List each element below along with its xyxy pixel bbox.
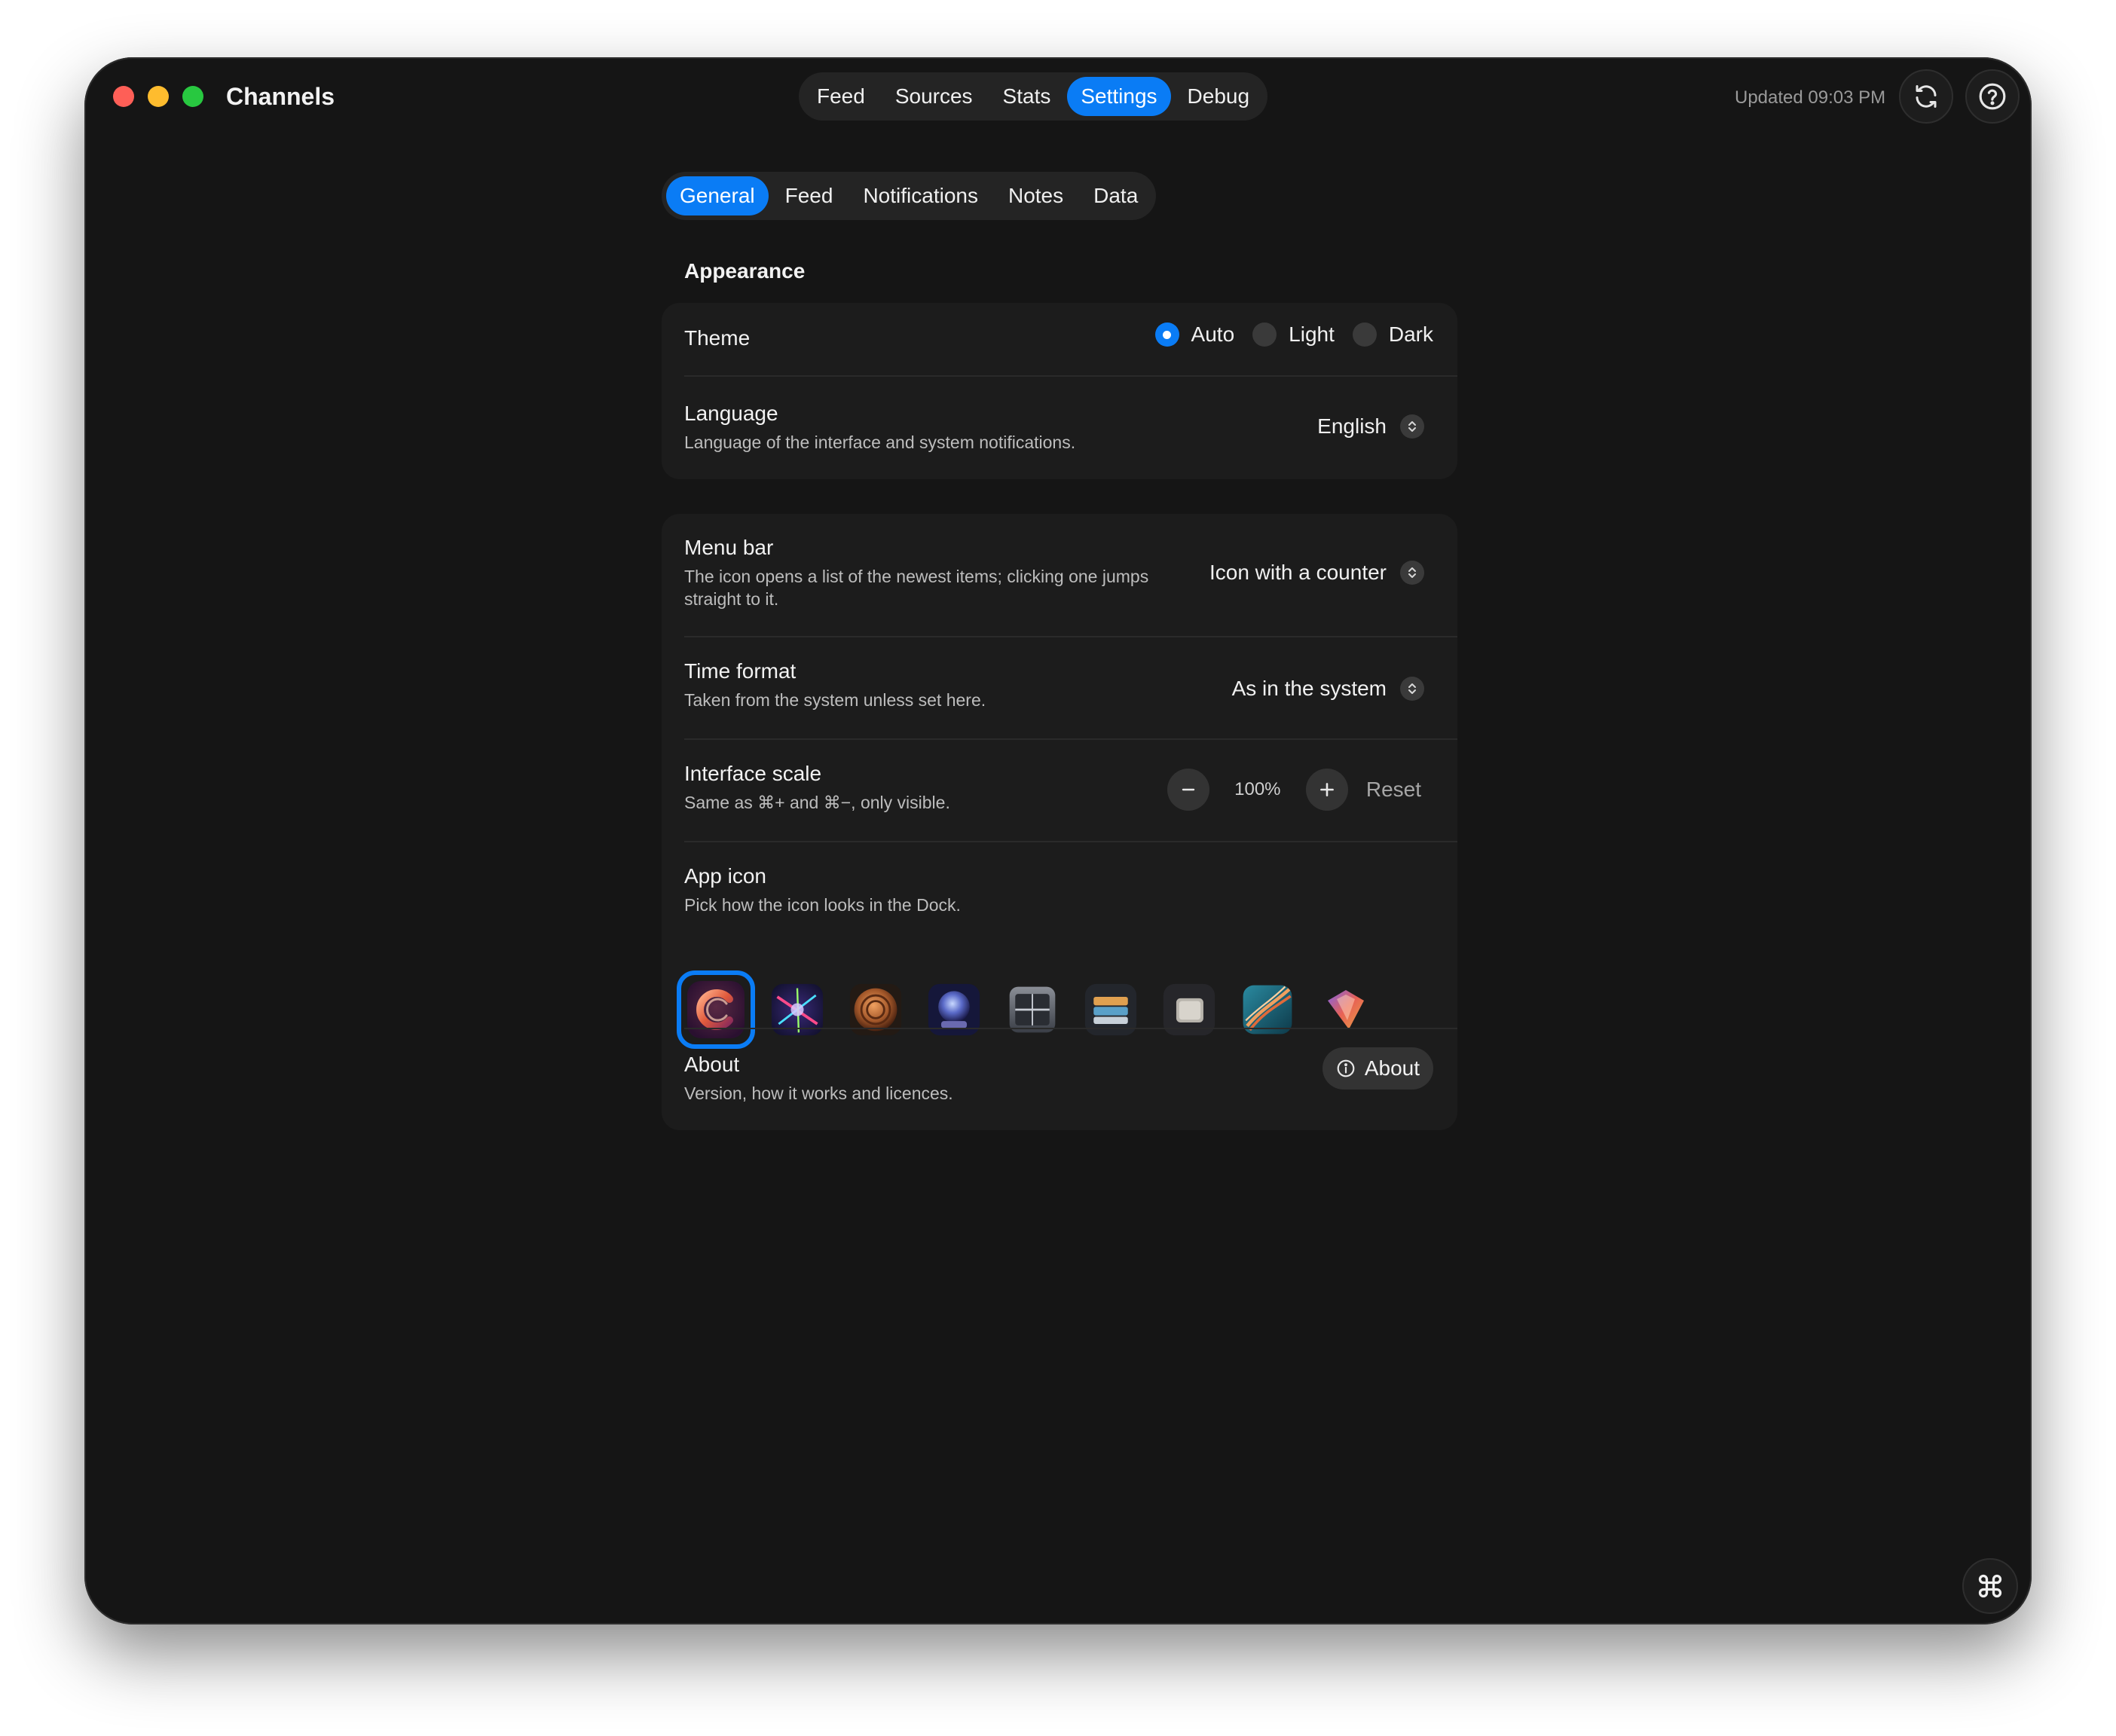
radio-auto[interactable] [1154,322,1179,347]
command-icon [1978,1574,2002,1598]
time-format-row: Time format Taken from the system unless… [662,637,1457,738]
time-format-title: Time format [684,659,797,683]
tab-feed[interactable]: Feed [803,77,879,116]
radio-label-auto: Auto [1191,322,1235,346]
interface-scale-description: Same as ⌘+ and ⌘−, only visible. [684,793,950,812]
chevron-up-down-icon [1400,414,1424,439]
settings-tabs: General Feed Notifications Notes Data [662,172,1157,220]
interface-scale-row: Interface scale Same as ⌘+ and ⌘−, only … [662,740,1457,841]
minus-icon [1182,788,1195,791]
tab-settings[interactable]: Settings [1067,77,1171,116]
tab-notes[interactable]: Notes [995,176,1077,215]
theme-row: Theme Auto Light Dark [662,303,1457,375]
language-title: Language [684,402,778,425]
app-icon-row: App icon Pick how the icon looks in the … [662,842,1457,1049]
theme-title: Theme [684,326,751,350]
tab-stats[interactable]: Stats [989,77,1065,116]
general-card: Menu bar The icon opens a list of the ne… [662,514,1457,1130]
app-icon-title: App icon [684,864,766,888]
info-icon [1337,1059,1355,1077]
tab-debug[interactable]: Debug [1174,77,1264,116]
menu-bar-row: Menu bar The icon opens a list of the ne… [662,514,1457,636]
language-value: English [1317,414,1387,438]
scale-reset-button[interactable]: Reset [1366,769,1421,811]
theme-option-dark[interactable]: Dark [1352,321,1433,348]
tab-sources[interactable]: Sources [882,77,986,116]
tab-data[interactable]: Data [1080,176,1151,215]
time-format-description: Taken from the system unless set here. [684,690,986,710]
close-window-button[interactable] [113,86,134,107]
app-window: Channels Feed Sources Stats Settings Deb… [84,57,2032,1624]
interface-scale-title: Interface scale [684,762,822,785]
minimize-window-button[interactable] [148,86,169,107]
tab-notifications[interactable]: Notifications [849,176,992,215]
theme-option-light[interactable]: Light [1252,321,1335,348]
language-description: Language of the interface and system not… [684,432,1076,452]
plus-icon [1319,783,1334,796]
theme-radio-group: Auto Light Dark [1154,321,1433,348]
radio-label-dark: Dark [1388,322,1433,346]
theme-option-auto[interactable]: Auto [1154,321,1235,348]
app-icon-description: Pick how the icon looks in the Dock. [684,895,961,915]
menu-bar-select[interactable]: Icon with a counter [1209,559,1424,586]
language-select[interactable]: English [1317,413,1424,440]
app-title: Channels [226,83,335,110]
appearance-card: Theme Auto Light Dark Language Language … [662,303,1457,479]
about-button[interactable]: About [1322,1047,1433,1090]
scale-decrease-button[interactable] [1167,769,1209,811]
command-palette-button[interactable] [1962,1558,2018,1614]
refresh-icon [1916,85,1937,108]
radio-label-light: Light [1289,322,1335,346]
tab-general[interactable]: General [666,176,769,215]
main-tabs: Feed Sources Stats Settings Debug [799,72,1268,121]
help-icon [1979,83,2006,110]
about-row: About Version, how it works and licences… [662,1029,1457,1130]
about-title: About [684,1053,740,1076]
language-row: Language Language of the interface and s… [662,377,1457,479]
tab-feed-settings[interactable]: Feed [772,176,847,215]
about-description: Version, how it works and licences. [684,1083,953,1103]
menu-bar-value: Icon with a counter [1209,561,1387,584]
appearance-heading: Appearance [684,259,806,283]
about-button-label: About [1364,1056,1420,1080]
help-button[interactable] [1965,69,2020,124]
chevron-up-down-icon [1400,677,1424,701]
radio-dark[interactable] [1352,322,1377,347]
refresh-button[interactable] [1899,69,1953,124]
scale-increase-button[interactable] [1305,769,1348,811]
menu-bar-description: The icon opens a list of the newest item… [684,567,1149,609]
radio-light[interactable] [1252,322,1277,347]
scale-value: 100% [1234,779,1281,799]
time-format-value: As in the system [1231,677,1387,700]
last-updated-text: Updated 09:03 PM [1735,87,1886,108]
chevron-up-down-icon [1400,561,1424,585]
zoom-window-button[interactable] [182,86,203,107]
time-format-select[interactable]: As in the system [1232,675,1424,702]
interface-scale-control: 100% Reset [1167,769,1421,811]
menu-bar-title: Menu bar [684,536,774,559]
